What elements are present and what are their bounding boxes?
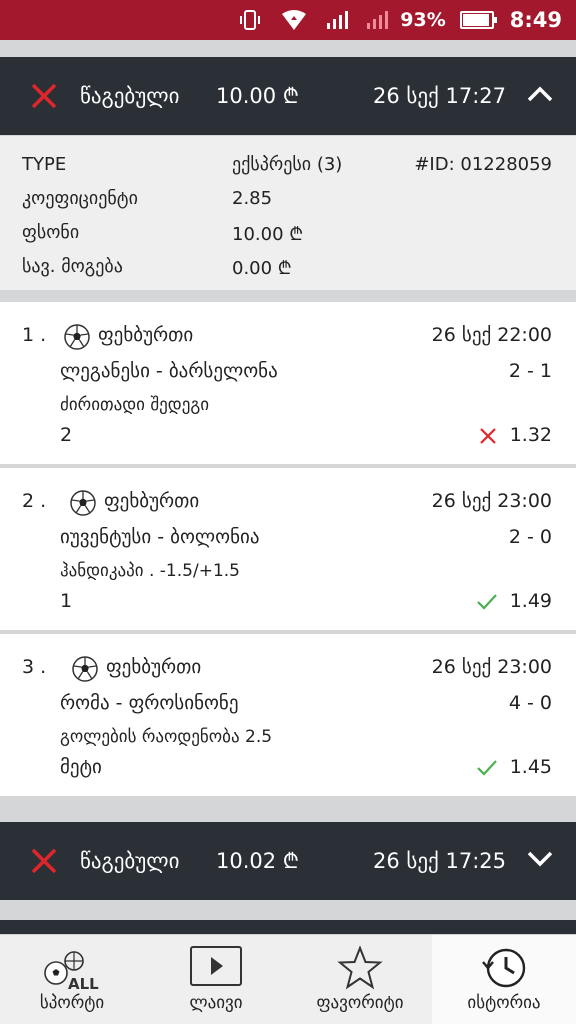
bet-id: #ID: 01228059	[414, 154, 552, 175]
coef-label: კოეფიციენტი	[22, 188, 138, 209]
nav-item-sports[interactable]: ALL სპორტი	[0, 935, 144, 1024]
event-pick: 2	[60, 424, 73, 446]
event-odd: 1.45	[509, 756, 552, 778]
won-check-icon	[476, 758, 498, 783]
soccer-ball-icon	[64, 324, 90, 350]
bet-amount: 10.02 ₾	[216, 849, 299, 873]
nav-item-favorites[interactable]: ფავორიტი	[288, 935, 432, 1024]
event-time: 26 სექ 23:00	[431, 656, 552, 678]
event-sport: ფეხბურთი	[98, 324, 194, 346]
status-bar: 93% 8:49	[0, 0, 576, 40]
play-icon	[189, 945, 243, 992]
close-icon	[30, 82, 58, 115]
event-sport: ფეხბურთი	[104, 490, 200, 512]
battery-percent: 93%	[400, 9, 446, 31]
stake-value: 10.00 ₾	[232, 224, 304, 245]
event-time: 26 სექ 22:00	[431, 324, 552, 346]
soccer-ball-icon	[70, 490, 96, 516]
svg-text:ALL: ALL	[68, 975, 99, 991]
star-icon	[336, 945, 384, 996]
event-market: ჰანდიკაპი . -1.5/+1.5	[60, 561, 240, 581]
stake-label: ფსონი	[22, 222, 80, 243]
bet-header[interactable]: წაგებული 10.00 ₾ 26 სექ 17:27	[0, 57, 576, 135]
payout-label: სავ. მოგება	[22, 256, 123, 277]
nav-item-history[interactable]: ისტორია	[432, 935, 576, 1024]
event-card: 3 . ფეხბურთი 26 სექ 23:00 რომა - ფროსინო…	[0, 634, 576, 796]
event-number: 2 .	[22, 490, 47, 512]
event-score: 4 - 0	[508, 692, 552, 714]
nav-label: ისტორია	[467, 993, 541, 1013]
event-time: 26 სექ 23:00	[431, 490, 552, 512]
nav-label: სპორტი	[39, 993, 105, 1013]
close-icon	[30, 847, 58, 880]
payout-value: 0.00 ₾	[232, 258, 292, 279]
type-value: ექსპრესი (3)	[232, 154, 343, 175]
sports-all-icon: ALL	[40, 945, 104, 996]
chevron-up-icon[interactable]	[526, 83, 554, 110]
event-pick: მეტი	[60, 756, 102, 778]
signal-icon-2	[366, 10, 389, 30]
event-card: 2 . ფეხბურთი 26 სექ 23:00 იუვენტუსი - ბო…	[0, 468, 576, 630]
event-market: გოლების რაოდენობა 2.5	[60, 727, 273, 747]
signal-icon	[326, 10, 349, 30]
event-number: 1 .	[22, 324, 47, 346]
event-market: ძირითადი შედეგი	[60, 395, 210, 415]
nav-item-live[interactable]: ლაივი	[144, 935, 288, 1024]
soccer-ball-icon	[72, 656, 98, 682]
event-teams: რომა - ფროსინონე	[60, 692, 239, 714]
event-sport: ფეხბურთი	[106, 656, 202, 678]
bet-header[interactable]: წაგებული 10.02 ₾ 26 სექ 17:25	[0, 822, 576, 900]
type-label: TYPE	[22, 154, 67, 175]
bet-summary: TYPE ექსპრესი (3) #ID: 01228059 კოეფიციე…	[0, 136, 576, 290]
coef-value: 2.85	[232, 188, 273, 209]
bottom-nav: ALL სპორტი ლაივი ფავორიტი ისტორია	[0, 934, 576, 1024]
event-card: 1 . ფეხბურთი 26 სექ 22:00 ლეგანესი - ბარ…	[0, 302, 576, 464]
event-pick: 1	[60, 590, 73, 612]
nav-label: ლაივი	[189, 993, 243, 1013]
lost-x-icon	[478, 426, 498, 451]
chevron-down-icon[interactable]	[526, 848, 554, 875]
event-score: 2 - 1	[508, 360, 552, 382]
wifi-icon	[280, 8, 308, 32]
event-score: 2 - 0	[508, 526, 552, 548]
bet-status: წაგებული	[80, 84, 180, 108]
bet-status: წაგებული	[80, 849, 180, 873]
history-icon	[479, 945, 529, 996]
nav-label: ფავორიტი	[316, 993, 404, 1013]
battery-icon	[459, 11, 497, 29]
vibrate-icon	[238, 8, 262, 32]
event-number: 3 .	[22, 656, 47, 678]
bet-date: 26 სექ 17:25	[373, 849, 506, 873]
clock: 8:49	[509, 8, 562, 32]
event-teams: იუვენტუსი - ბოლონია	[60, 526, 260, 548]
bet-amount: 10.00 ₾	[216, 84, 299, 108]
next-bet-header	[0, 920, 576, 934]
event-odd: 1.32	[509, 424, 552, 446]
event-odd: 1.49	[509, 590, 552, 612]
event-teams: ლეგანესი - ბარსელონა	[60, 360, 278, 382]
won-check-icon	[476, 592, 498, 617]
bet-date: 26 სექ 17:27	[373, 84, 506, 108]
